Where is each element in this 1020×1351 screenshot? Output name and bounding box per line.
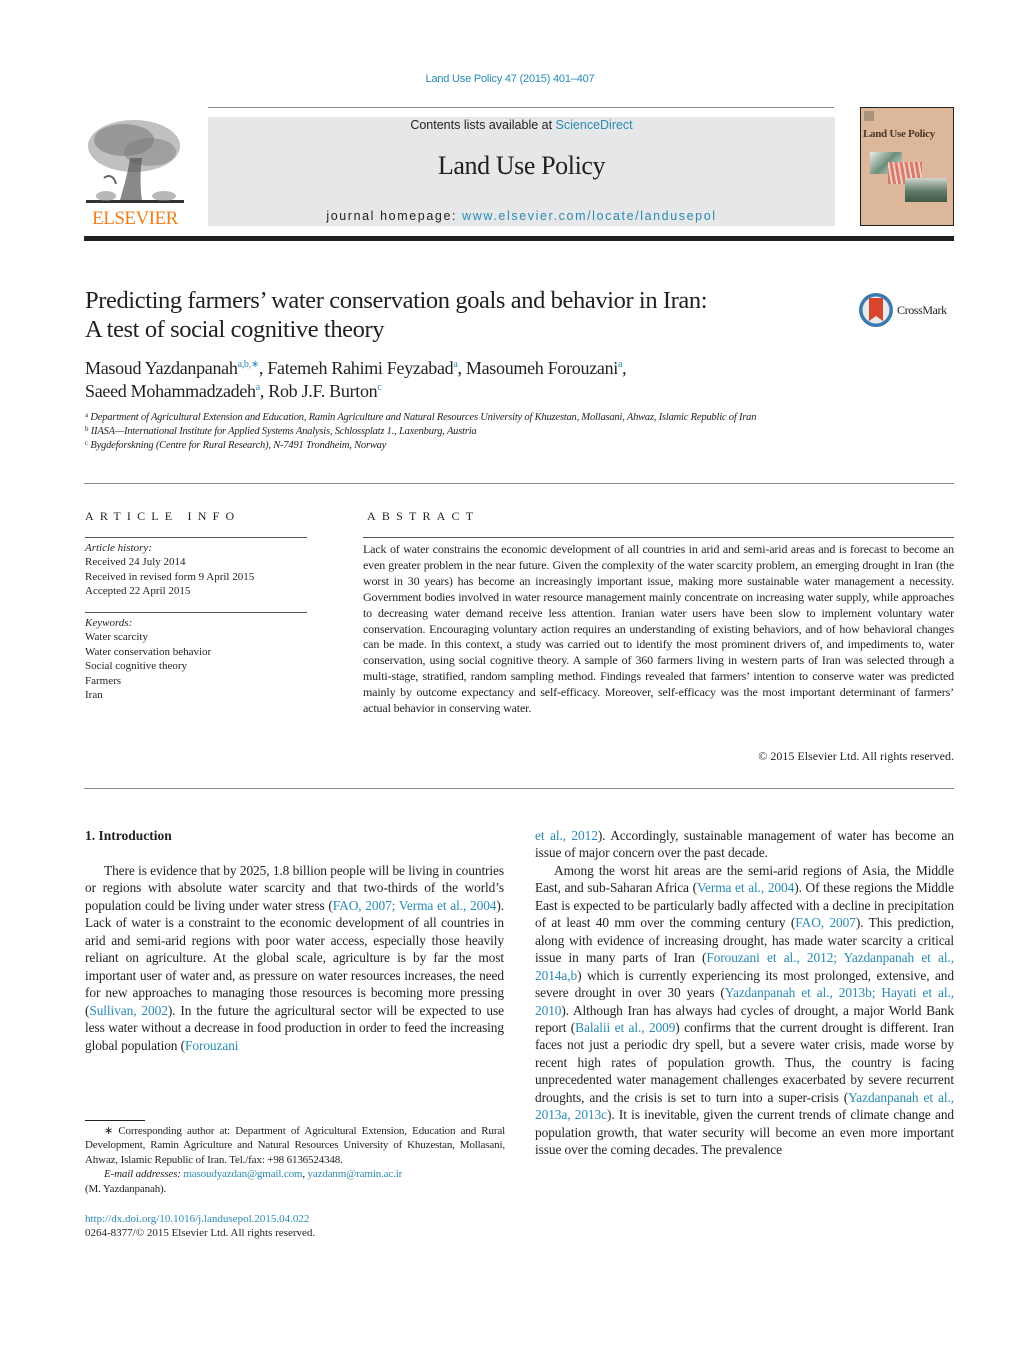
sciencedirect-link[interactable]: ScienceDirect — [556, 118, 633, 132]
tree-icon — [86, 120, 184, 203]
title-line-1: Predicting farmers’ water conservation g… — [85, 287, 708, 314]
author-affiliation-marks[interactable]: a,b,∗ — [238, 359, 260, 370]
contents-prefix: Contents lists available at — [410, 118, 556, 132]
section-heading-introduction: 1. Introduction — [85, 828, 172, 843]
email-label: E-mail addresses: — [104, 1168, 184, 1181]
keyword-item: Social cognitive theory — [85, 660, 188, 673]
affiliation-text: IIASA—International Institute for Applie… — [90, 426, 477, 438]
keywords: Keywords: Water scarcity Water conservat… — [85, 616, 315, 702]
affiliation-mark: c — [85, 439, 88, 448]
cover-title: Land Use Policy — [863, 128, 935, 140]
footnote-star: ∗ — [104, 1125, 114, 1137]
author-name[interactable]: Rob J.F. Burton — [268, 381, 377, 401]
email-link-1[interactable]: masoudyazdan@gmail.com — [183, 1168, 302, 1180]
affiliation-text: Bygdeforskning (Centre for Rural Researc… — [90, 440, 387, 452]
citation-link[interactable]: Forouzani — [185, 1038, 239, 1053]
author-name[interactable]: Saeed Mohammadzadeh — [85, 381, 256, 401]
header-thick-rule — [84, 236, 954, 241]
history-accepted: Accepted 22 April 2015 — [85, 585, 191, 598]
history-revised: Received in revised form 9 April 2015 — [85, 570, 255, 583]
footnote-emails: E-mail addresses: masoudyazdan@gmail.com… — [85, 1167, 505, 1181]
keyword-item: Water scarcity — [85, 631, 148, 644]
homepage-label: journal homepage: — [326, 209, 463, 223]
citation-link[interactable]: FAO, 2007; Verma et al., 2004 — [333, 898, 497, 913]
body-paragraph: et al., 2012). Accordingly, sustainable … — [535, 827, 954, 862]
issn-copyright: 0264-8377/© 2015 Elsevier Ltd. All right… — [85, 1227, 316, 1240]
citation-link[interactable]: et al., 2012 — [535, 828, 598, 843]
body-column-right: et al., 2012). Accordingly, sustainable … — [535, 827, 954, 1159]
abstract-text: Lack of water constrains the economic de… — [363, 542, 954, 716]
doi-link[interactable]: http://dx.doi.org/10.1016/j.landusepol.2… — [85, 1212, 505, 1226]
author-name[interactable]: Masoumeh Forouzani — [466, 358, 618, 378]
crossmark-icon — [859, 293, 893, 327]
contents-line: Contents lists available at ScienceDirec… — [208, 117, 835, 132]
citation-link[interactable]: Sullivan, 2002 — [89, 1003, 168, 1018]
author-name[interactable]: Fatemeh Rahimi Feyzabad — [267, 358, 453, 378]
keyword-item: Farmers — [85, 674, 122, 687]
affiliation-item: c Bygdeforskning (Centre for Rural Resea… — [85, 439, 815, 453]
journal-name: Land Use Policy — [437, 151, 606, 180]
corresponding-author-footnote: ∗ Corresponding author at: Department of… — [85, 1124, 505, 1196]
affiliation-item: b IIASA—International Institute for Appl… — [85, 425, 815, 439]
affiliation-item: a Department of Agricultural Extension a… — [85, 411, 815, 425]
divider — [85, 612, 307, 613]
author-affiliation-marks[interactable]: c — [377, 382, 381, 393]
divider — [84, 483, 954, 484]
author-separator: , — [622, 358, 627, 378]
header-rule — [208, 107, 834, 108]
affiliations: a Department of Agricultural Extension a… — [85, 411, 815, 454]
history-received: Received 24 July 2014 — [85, 556, 186, 569]
authors-line-1: Masoud Yazdanpanaha,b,∗, Fatemeh Rahimi … — [85, 357, 845, 380]
body-paragraph: Among the worst hit areas are the semi-a… — [535, 862, 954, 1159]
citation-link[interactable]: Balalii et al., 2009 — [575, 1020, 675, 1035]
affiliation-text: Department of Agricultural Extension and… — [90, 412, 757, 423]
elsevier-wordmark: ELSEVIER — [92, 208, 178, 229]
email-link-2[interactable]: yazdanm@ramin.ac.ir — [308, 1168, 403, 1180]
divider — [85, 537, 307, 538]
author-list: Masoud Yazdanpanaha,b,∗, Fatemeh Rahimi … — [85, 357, 845, 403]
journal-masthead: Contents lists available at ScienceDirec… — [208, 117, 835, 226]
footnote-corresponding-text: Corresponding author at: Department of A… — [85, 1125, 505, 1166]
homepage-line: journal homepage: www.elsevier.com/locat… — [208, 209, 835, 223]
homepage-link[interactable]: www.elsevier.com/locate/landusepol — [462, 209, 717, 223]
article-title: Predicting farmers’ water conservation g… — [85, 286, 845, 344]
divider — [84, 788, 954, 789]
journal-cover-thumbnail[interactable]: Land Use Policy — [860, 107, 954, 226]
footnote-rule — [85, 1120, 145, 1121]
email-owner: (M. Yazdanpanah). — [85, 1182, 167, 1195]
doi-block: http://dx.doi.org/10.1016/j.landusepol.2… — [85, 1212, 505, 1241]
body-paragraph: There is evidence that by 2025, 1.8 bill… — [85, 862, 504, 1054]
body-text: ). Accordingly, sustainable management o… — [535, 828, 954, 861]
body-text: ). Lack of water is a constraint to the … — [85, 897, 504, 1018]
keywords-label: Keywords: — [85, 617, 133, 629]
abstract-copyright: © 2015 Elsevier Ltd. All rights reserved… — [758, 749, 954, 763]
body-column-left: There is evidence that by 2025, 1.8 bill… — [85, 862, 504, 1054]
author-separator: , — [457, 358, 466, 378]
affiliation-mark: a — [85, 411, 88, 419]
author-name[interactable]: Masoud Yazdanpanah — [85, 358, 238, 378]
affiliation-mark: b — [85, 425, 89, 434]
history-label: Article history: — [85, 542, 152, 554]
divider — [363, 537, 954, 538]
title-line-2: A test of social cognitive theory — [85, 316, 385, 343]
cover-publisher-icon — [864, 111, 874, 121]
citation-link[interactable]: FAO, 2007 — [795, 915, 856, 930]
footnote-corresponding: ∗ Corresponding author at: Department of… — [85, 1124, 505, 1167]
crossmark-button[interactable]: CrossMark — [858, 291, 958, 331]
crossmark-label: CrossMark — [897, 303, 947, 317]
keyword-item: Iran — [85, 689, 103, 702]
running-head[interactable]: Land Use Policy 47 (2015) 401–407 — [0, 73, 1020, 85]
cover-image-3 — [905, 178, 947, 202]
article-info-heading: ARTICLE INFO — [85, 509, 241, 523]
citation-link[interactable]: Verma et al., 2004 — [697, 880, 794, 895]
article-history: Article history: Received 24 July 2014 R… — [85, 541, 315, 599]
abstract-heading: ABSTRACT — [367, 509, 480, 523]
keyword-item: Water conservation behavior — [85, 645, 212, 658]
authors-line-2: Saeed Mohammadzadeha, Rob J.F. Burtonc — [85, 380, 845, 403]
